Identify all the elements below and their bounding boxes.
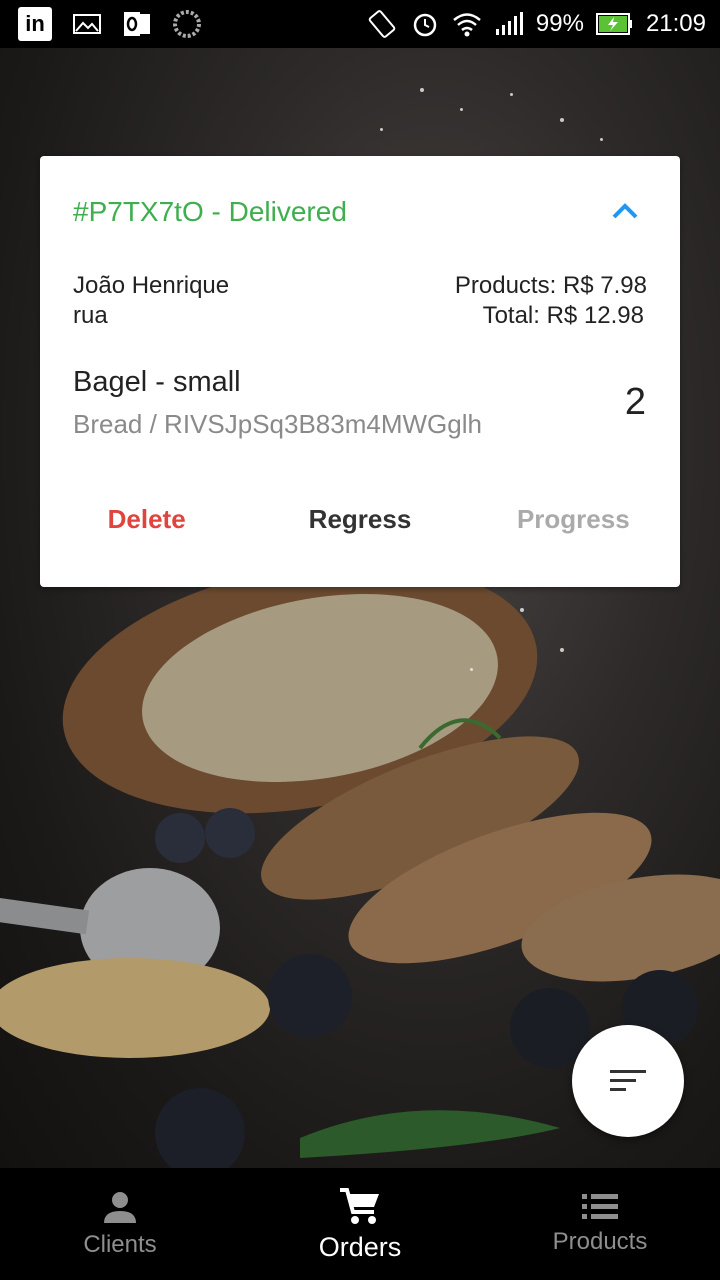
item-quantity: 2 <box>624 381 646 423</box>
bottom-navigation: Clients Orders Products <box>0 1168 720 1280</box>
nav-clients-label: Clients <box>83 1231 157 1258</box>
alarm-icon <box>410 9 440 39</box>
nav-products-label: Products <box>552 1228 648 1255</box>
item-detail: Bread / RIVSJpSq3B83m4MWGglh <box>73 409 482 439</box>
status-bar: in 99% 21:09 <box>0 0 720 48</box>
nav-orders[interactable]: Orders <box>240 1168 480 1280</box>
order-total: Total: R$ 12.98 <box>482 302 644 329</box>
wifi-icon <box>452 11 482 37</box>
outlook-icon <box>122 10 152 38</box>
order-actions: Delete Regress Progress <box>40 504 680 544</box>
delete-button[interactable]: Delete <box>40 504 253 544</box>
clock: 21:09 <box>645 10 706 37</box>
battery-percent: 99% <box>535 10 584 37</box>
battery-icon <box>595 12 634 36</box>
nav-clients[interactable]: Clients <box>0 1168 240 1280</box>
filter-icon <box>610 1070 646 1091</box>
chevron-up-icon <box>612 203 638 219</box>
filter-button[interactable] <box>572 1025 684 1137</box>
item-name: Bagel - small <box>73 366 241 398</box>
order-header: #P7TX7tO - Delivered <box>73 196 347 227</box>
gallery-icon <box>72 12 102 36</box>
collapse-button[interactable] <box>610 200 640 222</box>
signal-icon <box>494 11 524 37</box>
list-icon <box>582 1194 618 1219</box>
linkedin-icon: in <box>18 7 52 41</box>
order-card: #P7TX7tO - Delivered João Henrique rua P… <box>40 156 680 587</box>
rotate-icon <box>366 8 398 40</box>
loading-icon <box>172 9 202 39</box>
client-name: João Henrique <box>73 272 230 299</box>
cart-icon <box>340 1187 379 1224</box>
progress-button[interactable]: Progress <box>467 504 680 544</box>
client-address: rua <box>73 302 108 329</box>
nav-products[interactable]: Products <box>480 1168 720 1280</box>
regress-button[interactable]: Regress <box>253 504 466 544</box>
products-total: Products: R$ 7.98 <box>454 272 647 299</box>
nav-orders-label: Orders <box>318 1231 402 1262</box>
person-icon <box>104 1192 136 1223</box>
